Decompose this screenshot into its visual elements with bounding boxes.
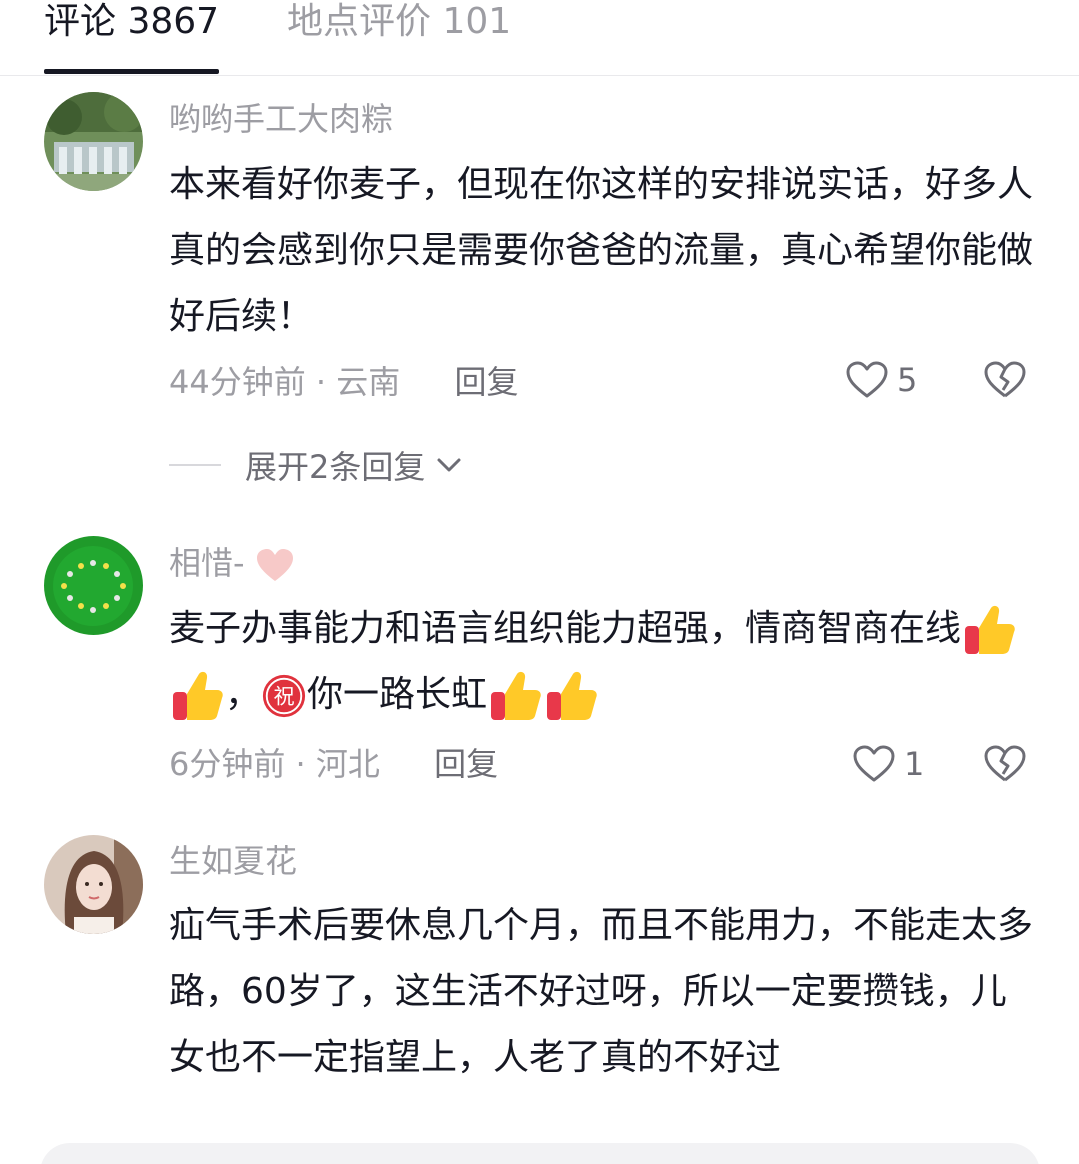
username[interactable]: 相惜- bbox=[169, 544, 295, 583]
avatar[interactable] bbox=[44, 835, 143, 934]
broken-heart-icon bbox=[984, 361, 1026, 398]
comment-text: 疝气手术后要休息几个月，而且不能用力，不能走太多路，60岁了，这生活不好过呀，所… bbox=[169, 905, 1034, 1078]
list-bottom-fade bbox=[0, 1118, 1079, 1138]
comment-text: 本来看好你麦子，但现在你这样的安排说实话，好多人真的会感到你只是需要你爸爸的流量… bbox=[169, 164, 1034, 337]
thumbs-up-emoji bbox=[169, 668, 225, 724]
like-count: 5 bbox=[897, 361, 918, 399]
expand-replies-label: 展开2条回复 bbox=[245, 448, 426, 486]
comment-input-bar[interactable] bbox=[40, 1143, 1040, 1164]
thumbs-up-emoji bbox=[543, 668, 599, 724]
broken-heart-icon bbox=[984, 745, 1026, 782]
meta-separator: · bbox=[295, 745, 316, 783]
tab-comments[interactable]: 评论 3867 bbox=[44, 2, 219, 42]
comment-text-part1: 麦子办事能力和语言组织能力超强，情商智商在线 bbox=[169, 608, 962, 649]
avatar[interactable] bbox=[44, 92, 143, 191]
meta-separator: · bbox=[315, 363, 337, 401]
pink-heart-emoji bbox=[255, 547, 295, 583]
chevron-down-icon bbox=[437, 458, 461, 472]
wish-emoji: 祝 bbox=[261, 673, 307, 719]
username[interactable]: 生如夏花 bbox=[169, 842, 297, 880]
comment-location: 云南 bbox=[336, 363, 401, 401]
username[interactable]: 哟哟手工大肉粽 bbox=[169, 100, 393, 138]
like-button[interactable]: 5 bbox=[845, 360, 917, 400]
thumbs-up-emoji bbox=[487, 668, 543, 724]
comment-time: 6分钟前 bbox=[169, 745, 286, 783]
expand-line bbox=[169, 464, 221, 466]
comment-meta: 6分钟前 · 河北 回复 bbox=[169, 744, 498, 784]
like-count: 1 bbox=[904, 745, 925, 783]
reply-button[interactable]: 回复 bbox=[434, 745, 498, 783]
reply-button[interactable]: 回复 bbox=[454, 363, 518, 401]
comment-text: 麦子办事能力和语言组织能力超强，情商智商在线 ， 祝你一路长虹 bbox=[169, 596, 1039, 728]
wish-emoji-text: 祝 bbox=[273, 684, 294, 709]
comment-location: 河北 bbox=[315, 745, 380, 783]
thumbs-up-emoji bbox=[961, 602, 1017, 658]
comment-time: 44分钟前 bbox=[169, 363, 306, 401]
tab-location-reviews[interactable]: 地点评价 101 bbox=[287, 2, 511, 42]
comment-tabs: 评论 3867 地点评价 101 bbox=[0, 0, 1079, 76]
comment-meta: 44分钟前 · 云南 回复 bbox=[169, 362, 518, 402]
dislike-button[interactable] bbox=[983, 744, 1027, 788]
username-text: 相惜- bbox=[169, 544, 245, 582]
comment-text-part2: ， bbox=[225, 674, 262, 715]
heart-outline-icon bbox=[853, 745, 895, 782]
like-button[interactable]: 1 bbox=[852, 744, 924, 784]
heart-outline-icon bbox=[846, 361, 888, 398]
active-tab-indicator bbox=[44, 69, 219, 74]
avatar[interactable] bbox=[44, 536, 143, 635]
expand-replies-button[interactable]: 展开2条回复 bbox=[169, 442, 463, 488]
dislike-button[interactable] bbox=[983, 360, 1027, 404]
comment-text-part3: 你一路长虹 bbox=[307, 674, 488, 715]
